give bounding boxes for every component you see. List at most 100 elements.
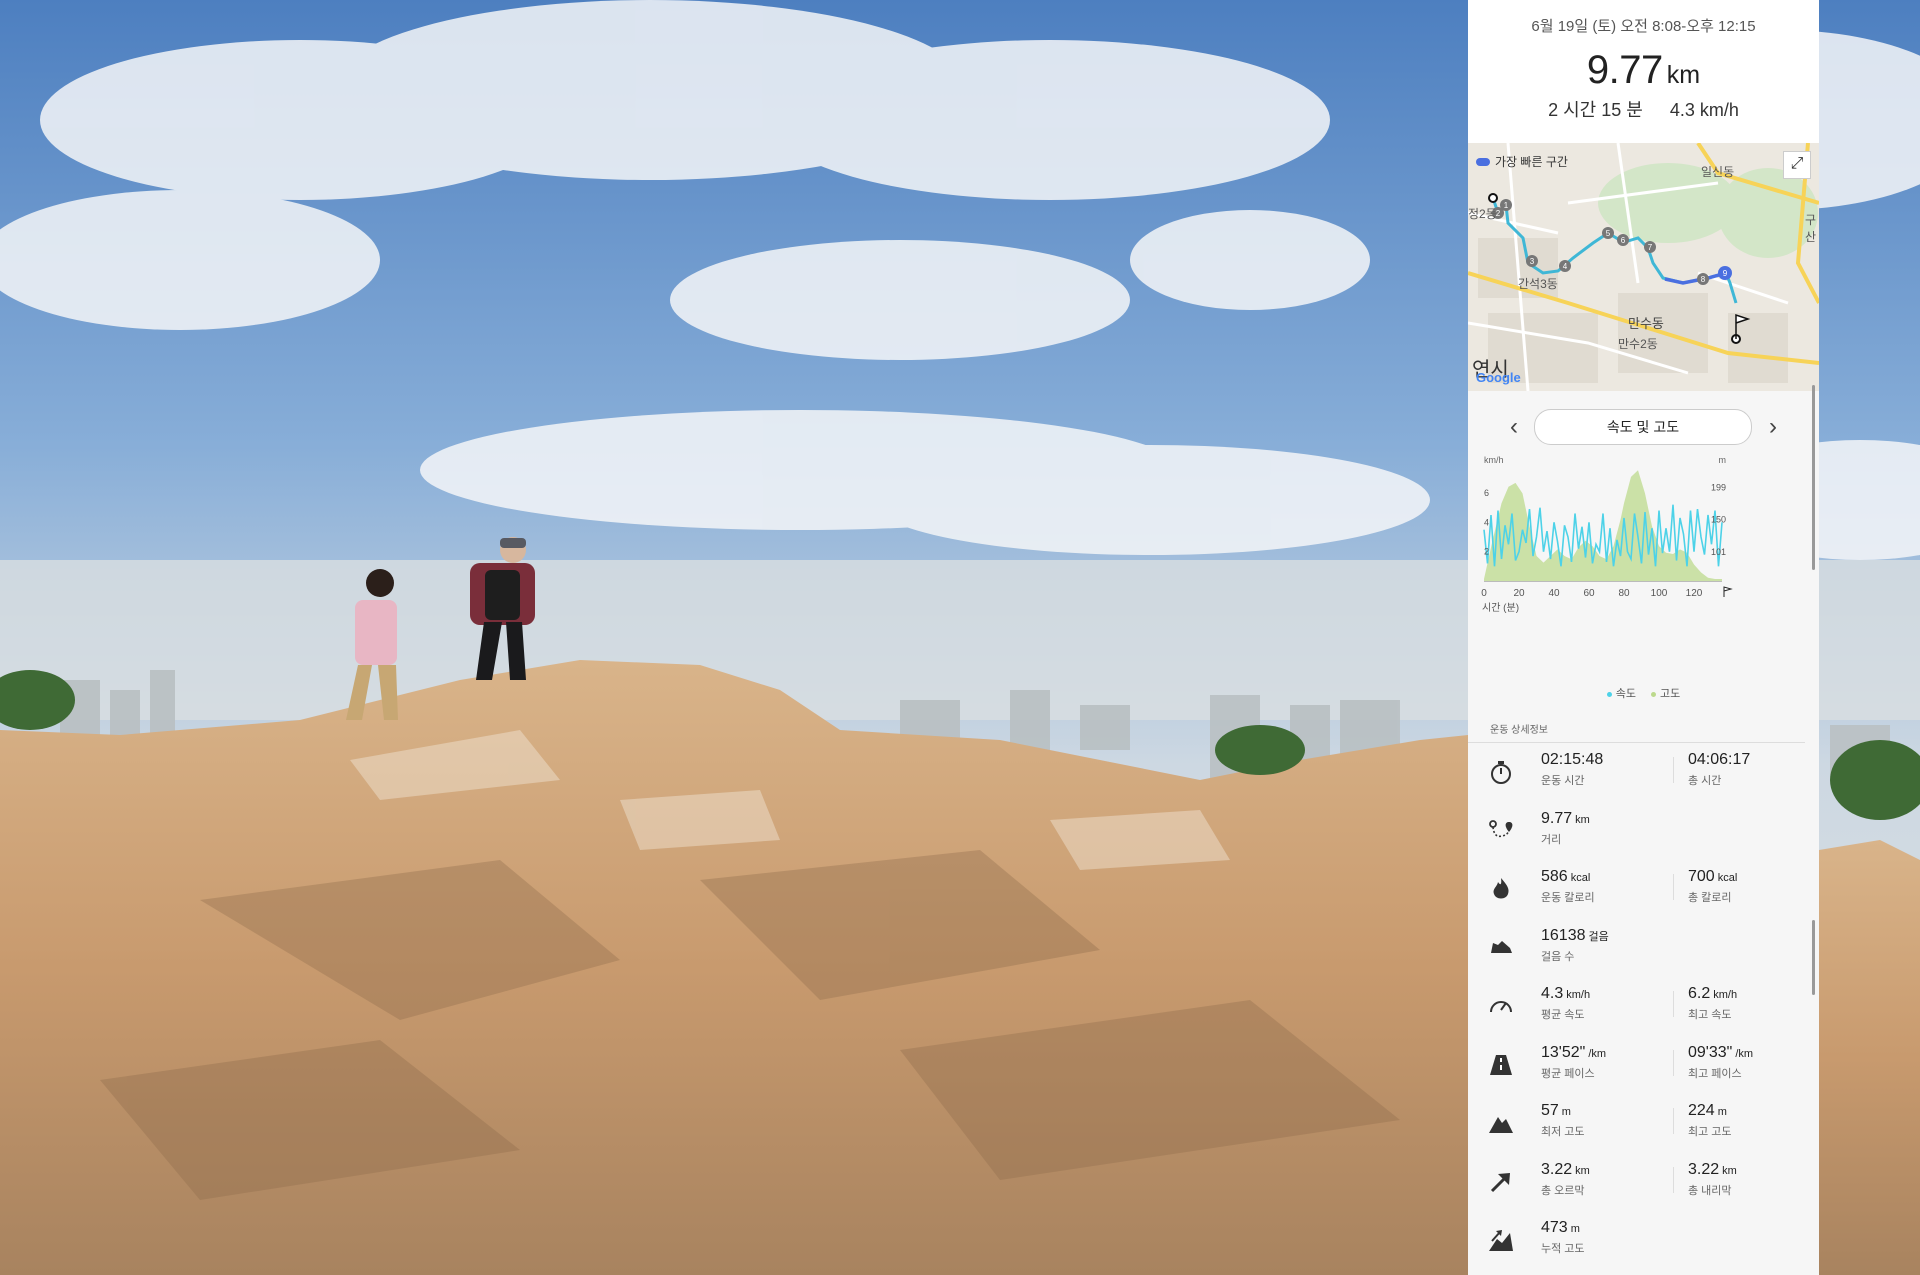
y-right-tick-label: 199 — [1711, 482, 1726, 492]
detail-cell: 02:15:48 운동 시간 — [1541, 751, 1606, 788]
waypoint-label: 9 — [1723, 269, 1728, 278]
x-tick-label: 60 — [1583, 588, 1595, 599]
detail-label: 운동 칼로리 — [1541, 892, 1595, 904]
waypoint-label: 4 — [1563, 262, 1568, 271]
detail-value: 3.22 km — [1541, 1160, 1590, 1178]
detail-row: 02:15:48 운동 시간 04:06:17 총 시간 — [1468, 743, 1819, 802]
scrollbar[interactable] — [1812, 385, 1815, 570]
details-title: 운동 상세정보 — [1468, 713, 1805, 743]
detail-cell: 4.3 km/h 평균 속도 — [1541, 985, 1590, 1022]
detail-label: 총 시간 — [1688, 775, 1722, 787]
divider — [1673, 757, 1674, 783]
chart-type-selector[interactable]: 속도 및 고도 — [1534, 409, 1752, 445]
x-tick-label: 0 — [1481, 588, 1487, 599]
detail-label: 운동 시간 — [1541, 775, 1585, 787]
detail-cell: 224 m 최고 고도 — [1688, 1102, 1732, 1139]
x-axis-label: 시간 (분) — [1482, 602, 1519, 614]
arrow-up-right-icon — [1490, 1172, 1510, 1192]
divider — [1673, 1108, 1674, 1134]
detail-label: 거리 — [1541, 833, 1562, 846]
detail-label: 누적 고도 — [1541, 1243, 1585, 1255]
expand-map-button[interactable]: ⤢ — [1783, 151, 1811, 179]
waypoint-label: 1 — [1504, 201, 1509, 210]
y-right-unit: m — [1719, 455, 1727, 465]
x-tick-label: 120 — [1686, 588, 1703, 599]
detail-cell: 9.77 km 거리 — [1541, 810, 1590, 847]
road-icon — [1490, 1054, 1512, 1075]
detail-label: 총 칼로리 — [1688, 892, 1732, 904]
detail-value: 13'52"/km — [1541, 1043, 1607, 1061]
detail-row: 4.3 km/h 평균 속도 6.2 km/h 최고 속도 — [1468, 977, 1819, 1036]
detail-label: 최저 고도 — [1541, 1126, 1585, 1138]
map-legend-label: 가장 빠른 구간 — [1495, 155, 1568, 169]
detail-value: 9.77 km — [1541, 809, 1590, 827]
detail-value: 224 m — [1688, 1102, 1727, 1119]
workout-detail-panel: 6월 19일 (토) 오전 8:08-오후 12:15 9.77 km 2 시간 … — [1468, 0, 1819, 1275]
detail-label: 총 오르막 — [1541, 1184, 1585, 1197]
waypoint-label: 6 — [1621, 236, 1626, 245]
speed-altitude-chart: km/h m 2 4 6 101 150 199 0 20 40 60 80 100 120 시간 (분) — [1481, 455, 1733, 614]
y-left-tick-label: 4 — [1484, 517, 1489, 527]
detail-row: 13'52"/km 평균 페이스 09'33"/km 최고 페이스 — [1468, 1036, 1819, 1095]
x-tick-label: 40 — [1548, 588, 1560, 599]
detail-row: 9.77 km 거리 — [1468, 802, 1819, 861]
waypoint-label: 3 — [1530, 257, 1535, 266]
chevron-left-icon[interactable]: ‹ — [1502, 413, 1526, 441]
detail-value: 4.3 km/h — [1541, 985, 1591, 1002]
average-speed-value: 4.3 km/h — [1669, 100, 1739, 120]
detail-label: 총 내리막 — [1688, 1184, 1732, 1197]
map-label: 정2동 — [1468, 207, 1497, 221]
detail-value: 09'33"/km — [1688, 1043, 1754, 1061]
detail-label: 걸음 수 — [1541, 950, 1575, 963]
detail-label: 최고 고도 — [1688, 1126, 1732, 1138]
divider — [1673, 1049, 1674, 1076]
divider — [1673, 1166, 1674, 1193]
chart-selector: ‹ 속도 및 고도 › — [1468, 409, 1819, 445]
legend-item-altitude: 고도 — [1651, 688, 1680, 700]
route-map[interactable]: 1 2 3 4 5 6 7 8 9 가장 빠른 구간 ⤢ 일신동 간석3동 만수… — [1468, 143, 1819, 391]
legend-label: 속도 — [1615, 688, 1636, 700]
scrollbar-thumb-lower[interactable] — [1812, 920, 1815, 995]
shoe-icon — [1491, 940, 1512, 953]
y-left-tick-label: 6 — [1484, 488, 1489, 498]
legend-dot — [1651, 691, 1657, 697]
detail-value: 16138 걸음 — [1541, 926, 1609, 944]
detail-cell: 3.22 km 총 오르막 — [1541, 1161, 1590, 1198]
stopwatch-icon — [1491, 761, 1511, 784]
y-right-tick-label: 150 — [1711, 515, 1726, 525]
waypoint-label: 5 — [1606, 229, 1611, 238]
legend-label: 고도 — [1660, 688, 1681, 700]
detail-value: 3.22 km — [1688, 1160, 1737, 1178]
fastest-segment-swatch — [1476, 157, 1490, 166]
duration-speed-summary: 2 시간 15 분 4.3 km/h — [1468, 96, 1819, 122]
detail-cell: 6.2 km/h 최고 속도 — [1688, 985, 1737, 1022]
chevron-right-icon[interactable]: › — [1761, 413, 1785, 441]
date-range: 6월 19일 (토) 오전 8:08-오후 12:15 — [1531, 18, 1756, 35]
speedometer-icon — [1490, 1001, 1512, 1013]
summary-header: 6월 19일 (토) 오전 8:08-오후 12:15 9.77 km 2 시간 … — [1468, 0, 1819, 143]
map-label: 만수동 — [1628, 316, 1664, 331]
legend-item-speed: 속도 — [1606, 688, 1636, 700]
detail-label: 최고 속도 — [1688, 1009, 1732, 1021]
detail-row: 586 kcal 운동 칼로리 700 kcal 총 칼로리 — [1468, 860, 1819, 919]
detail-row: 473 m 누적 고도 — [1468, 1211, 1819, 1270]
waypoint-label: 7 — [1648, 243, 1653, 252]
detail-row: 3.22 km 총 오르막 3.22 km 총 내리막 — [1468, 1153, 1819, 1212]
legend-dot — [1606, 691, 1612, 697]
detail-value: 586 kcal — [1541, 868, 1591, 885]
y-right-tick-label: 101 — [1711, 547, 1726, 557]
map-provider-logo: Google — [1476, 370, 1521, 385]
map-label: 간석3동 — [1518, 277, 1558, 291]
map-legend: 가장 빠른 구간 — [1476, 153, 1568, 170]
detail-cell: 473 m 누적 고도 — [1541, 1219, 1585, 1256]
y-left-unit: km/h — [1484, 455, 1504, 465]
waypoint-label: 8 — [1701, 275, 1706, 284]
detail-value: 02:15:48 — [1541, 751, 1604, 768]
x-tick-label: 20 — [1513, 588, 1525, 599]
finish-flag-icon — [1723, 586, 1733, 597]
detail-cell: 16138 걸음걸음 수 — [1541, 927, 1609, 964]
distance-unit: km — [1666, 61, 1701, 89]
climb-icon — [1489, 1230, 1513, 1251]
y-left-tick-label: 2 — [1484, 547, 1489, 557]
detail-cell: 04:06:17 총 시간 — [1688, 751, 1753, 788]
